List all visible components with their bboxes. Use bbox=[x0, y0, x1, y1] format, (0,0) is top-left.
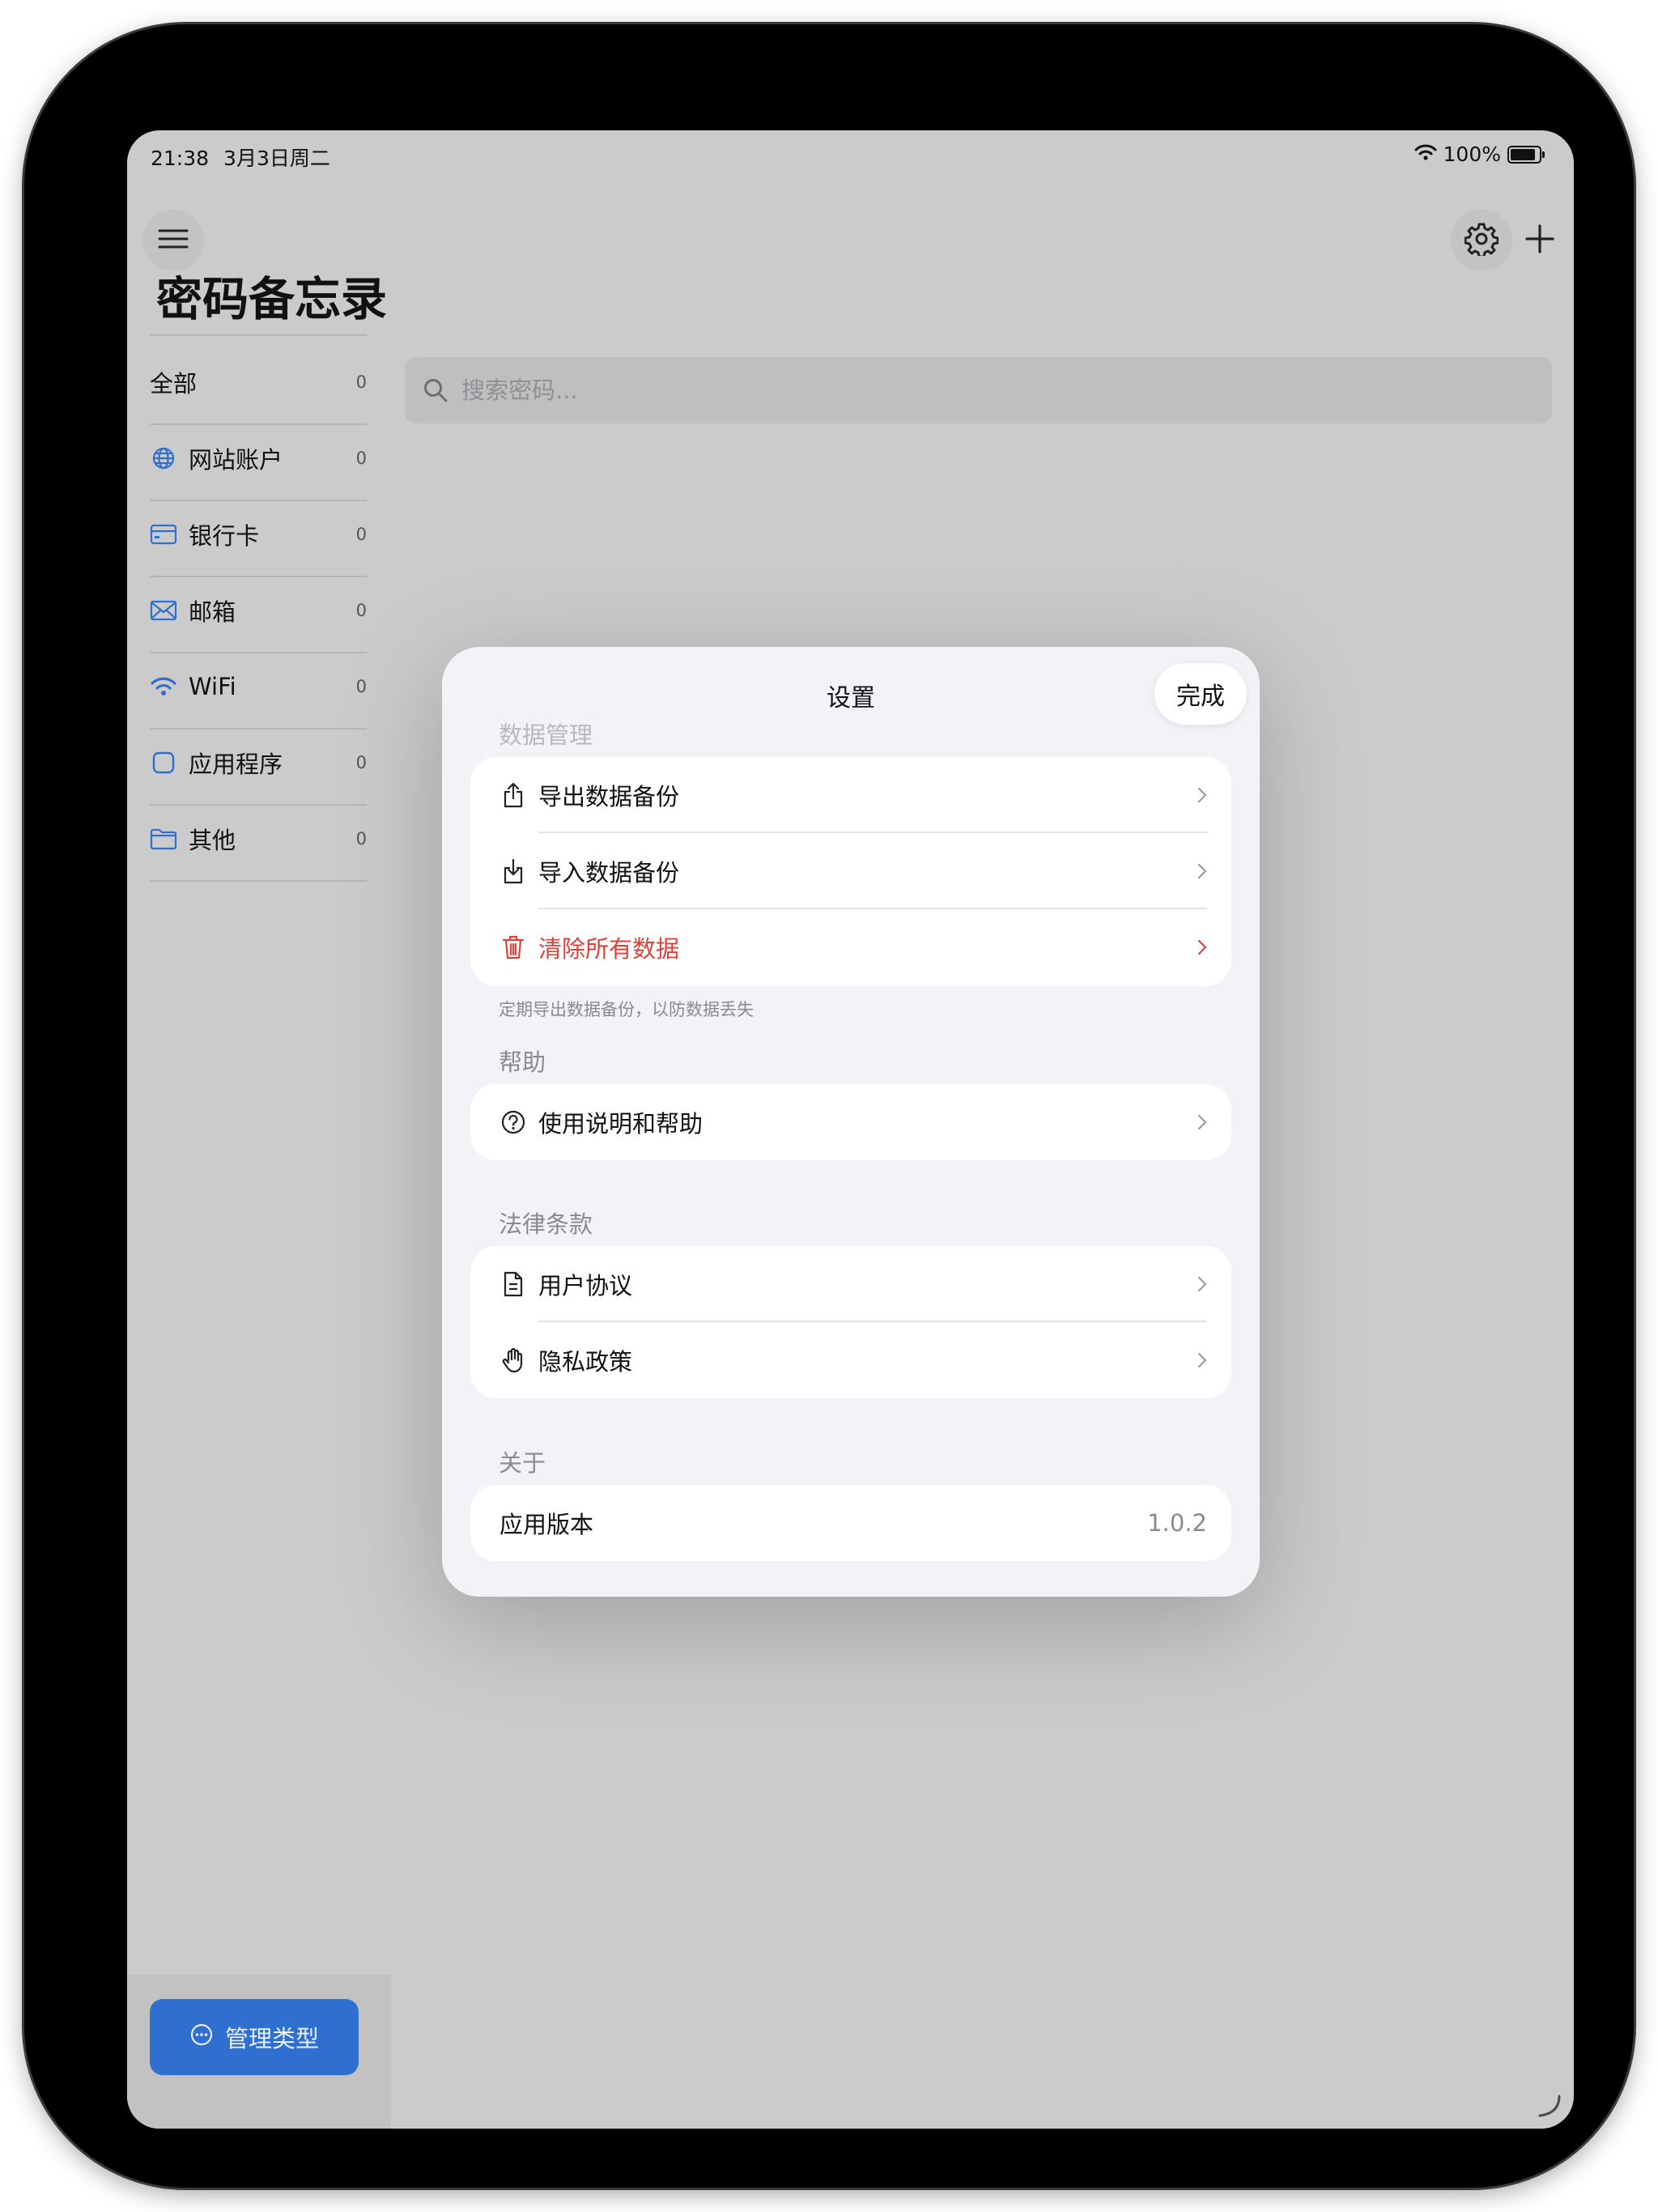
trash-icon bbox=[500, 934, 527, 961]
section-header-data: 数据管理 bbox=[499, 721, 593, 749]
battery-percent: 100% bbox=[1443, 143, 1501, 166]
wifi-icon bbox=[150, 673, 177, 700]
sidebar-item-label: 网站账户 bbox=[189, 446, 283, 474]
help-guide-row[interactable]: 使用说明和帮助 bbox=[470, 1084, 1231, 1160]
manage-types-button[interactable]: 管理类型 bbox=[150, 1999, 359, 2075]
folder-icon bbox=[150, 825, 177, 853]
sidebar-footer: 管理类型 bbox=[127, 1975, 391, 2129]
app-version-label: 应用版本 bbox=[500, 1511, 594, 1538]
chevron-right-icon bbox=[1197, 939, 1207, 955]
question-circle-icon bbox=[500, 1108, 527, 1136]
privacy-policy-row[interactable]: 隐私政策 bbox=[470, 1322, 1231, 1398]
sidebar-item-count: 0 bbox=[355, 677, 367, 696]
app-square-icon bbox=[150, 749, 177, 776]
chevron-right-icon bbox=[1197, 787, 1207, 803]
status-date: 3月3日周二 bbox=[223, 147, 330, 170]
section-header-about: 关于 bbox=[499, 1449, 546, 1477]
sidebar-item-label: 全部 bbox=[150, 370, 198, 398]
sidebar-item-label: 应用程序 bbox=[189, 751, 283, 778]
sidebar-item-label: 邮箱 bbox=[189, 598, 236, 626]
add-button[interactable] bbox=[1516, 216, 1564, 265]
import-backup-row[interactable]: 导入数据备份 bbox=[470, 833, 1231, 909]
legal-group: 用户协议 隐私政策 bbox=[470, 1246, 1231, 1398]
screen: 21:38 3月3日周二 100% 密码备忘录 全部 0 网站账户 0 银行卡 … bbox=[127, 130, 1574, 2129]
plus-icon bbox=[1524, 223, 1555, 257]
chevron-right-icon bbox=[1197, 863, 1207, 879]
sidebar-item-email[interactable]: 邮箱 0 bbox=[150, 572, 367, 649]
privacy-policy-label: 隐私政策 bbox=[538, 1348, 633, 1376]
search-bar[interactable] bbox=[405, 357, 1552, 423]
manage-types-label: 管理类型 bbox=[224, 2025, 319, 2052]
sidebar-item-count: 0 bbox=[355, 753, 367, 772]
wifi-status-icon bbox=[1414, 143, 1437, 166]
done-button[interactable]: 完成 bbox=[1154, 663, 1247, 725]
app-version-value: 1.0.2 bbox=[1147, 1509, 1207, 1537]
ipad-frame: 21:38 3月3日周二 100% 密码备忘录 全部 0 网站账户 0 银行卡 … bbox=[24, 24, 1634, 2188]
import-down-icon bbox=[500, 857, 527, 885]
user-agreement-label: 用户协议 bbox=[538, 1272, 633, 1300]
sidebar-item-count: 0 bbox=[355, 449, 367, 468]
data-footnote: 定期导出数据备份，以防数据丢失 bbox=[499, 1000, 754, 1019]
user-agreement-row[interactable]: 用户协议 bbox=[470, 1246, 1231, 1322]
section-header-legal: 法律条款 bbox=[499, 1210, 593, 1238]
chevron-right-icon bbox=[1197, 1352, 1207, 1368]
export-backup-label: 导出数据备份 bbox=[538, 783, 680, 810]
search-icon bbox=[423, 377, 449, 403]
sidebar-item-other[interactable]: 其他 0 bbox=[150, 801, 367, 877]
status-time: 21:38 bbox=[151, 147, 210, 170]
clear-all-data-row[interactable]: 清除所有数据 bbox=[470, 909, 1231, 985]
help-group: 使用说明和帮助 bbox=[470, 1084, 1231, 1160]
settings-title: 设置 bbox=[827, 684, 875, 713]
hand-raised-icon bbox=[500, 1346, 527, 1374]
settings-button[interactable] bbox=[1451, 210, 1512, 271]
share-up-icon bbox=[500, 781, 527, 809]
status-bar: 21:38 3月3日周二 100% bbox=[127, 130, 1574, 182]
section-header-help: 帮助 bbox=[499, 1049, 546, 1076]
sidebar-item-apps[interactable]: 应用程序 0 bbox=[150, 725, 367, 801]
data-management-group: 导出数据备份 导入数据备份 清除所有数据 bbox=[470, 757, 1231, 986]
chevron-right-icon bbox=[1197, 1114, 1207, 1130]
document-icon bbox=[500, 1270, 527, 1298]
import-backup-label: 导入数据备份 bbox=[538, 859, 680, 887]
divider bbox=[150, 334, 367, 336]
clear-all-data-label: 清除所有数据 bbox=[538, 935, 680, 963]
hamburger-icon bbox=[158, 228, 189, 253]
globe-icon bbox=[150, 445, 177, 472]
export-backup-row[interactable]: 导出数据备份 bbox=[470, 757, 1231, 833]
search-input[interactable] bbox=[460, 376, 1516, 405]
sidebar-item-count: 0 bbox=[355, 601, 367, 620]
sidebar: 全部 0 网站账户 0 银行卡 0 邮箱 0 WiFi 0 应用程序 0 其他 … bbox=[127, 333, 391, 2129]
app-title: 密码备忘录 bbox=[156, 273, 387, 326]
settings-sheet: 设置 完成 数据管理 导出数据备份 导入数据备份 清除所有数据 定期导出数据备份… bbox=[442, 647, 1260, 1597]
resize-grip-icon[interactable] bbox=[1535, 2091, 1562, 2122]
help-guide-label: 使用说明和帮助 bbox=[538, 1110, 704, 1138]
credit-card-icon bbox=[150, 521, 177, 548]
battery-icon bbox=[1507, 145, 1545, 164]
sidebar-item-count: 0 bbox=[355, 525, 367, 544]
app-version-row: 应用版本 1.0.2 bbox=[470, 1485, 1231, 1561]
chevron-right-icon bbox=[1197, 1276, 1207, 1292]
sidebar-item-bank-cards[interactable]: 银行卡 0 bbox=[150, 496, 367, 572]
sidebar-item-count: 0 bbox=[355, 372, 367, 392]
sidebar-item-label: WiFi bbox=[189, 673, 236, 700]
sidebar-item-count: 0 bbox=[355, 829, 367, 849]
sidebar-item-wifi[interactable]: WiFi 0 bbox=[150, 649, 367, 725]
sidebar-item-websites[interactable]: 网站账户 0 bbox=[150, 420, 367, 496]
sidebar-item-all[interactable]: 全部 0 bbox=[150, 344, 367, 420]
sidebar-item-label: 银行卡 bbox=[189, 522, 260, 550]
gear-icon bbox=[1464, 222, 1499, 259]
about-group: 应用版本 1.0.2 bbox=[470, 1485, 1231, 1561]
sidebar-item-label: 其他 bbox=[189, 827, 236, 854]
envelope-icon bbox=[150, 597, 177, 624]
ellipsis-circle-icon bbox=[189, 2023, 214, 2052]
